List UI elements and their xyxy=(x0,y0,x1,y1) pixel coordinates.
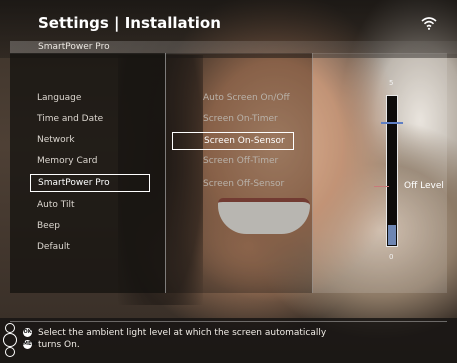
menu-item-memory-card[interactable]: Memory Card xyxy=(30,152,150,170)
slider-panel xyxy=(313,53,447,293)
menu-item-time-and-date[interactable]: Time and Date xyxy=(30,110,150,128)
menu-item-smartpower-pro[interactable]: SmartPower Pro xyxy=(30,174,150,192)
submenu-item-screen-on-timer[interactable]: Screen On-Timer xyxy=(172,110,294,128)
light-level-slider[interactable] xyxy=(386,95,398,247)
menu-item-language[interactable]: Language xyxy=(30,89,150,107)
footer-divider xyxy=(10,321,447,322)
submenu-item-screen-off-timer[interactable]: Screen Off-Timer xyxy=(172,152,294,170)
help-text: Select the ambient light level at which … xyxy=(38,328,327,350)
slider-max-label: 5 xyxy=(389,79,394,87)
menu-button-icon: MENU xyxy=(23,340,40,349)
slider-min-label: 0 xyxy=(389,253,394,261)
menu-item-beep[interactable]: Beep xyxy=(30,217,150,235)
menu-item-default[interactable]: Default xyxy=(30,238,150,256)
submenu-item-auto-screen-on-off[interactable]: Auto Screen On/Off xyxy=(172,89,294,107)
submenu-item-screen-off-sensor[interactable]: Screen Off-Sensor xyxy=(172,175,294,193)
ok-button-icon: OK xyxy=(23,328,32,337)
nav-center-icon xyxy=(3,333,17,347)
menu-item-network[interactable]: Network xyxy=(30,131,150,149)
nav-down-icon xyxy=(5,347,15,357)
slider-fill xyxy=(388,225,396,245)
off-level-indicator xyxy=(374,186,389,187)
page-title: Settings | Installation xyxy=(38,14,221,32)
nav-up-icon xyxy=(5,323,15,333)
menu-item-auto-tilt[interactable]: Auto Tilt xyxy=(30,196,150,214)
submenu-item-screen-on-sensor[interactable]: Screen On-Sensor xyxy=(172,132,294,150)
slider-handle[interactable] xyxy=(381,122,403,124)
wifi-icon xyxy=(421,17,437,30)
off-level-label: Off Level xyxy=(404,181,444,191)
